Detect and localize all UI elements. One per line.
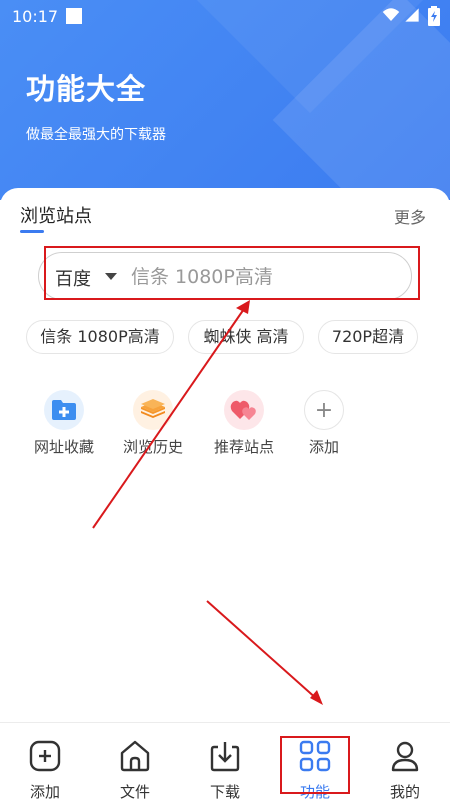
shortcut-bookmarks[interactable]: 网址收藏 — [24, 388, 104, 457]
download-icon — [210, 742, 240, 772]
page-subtitle: 做最全最强大的下载器 — [26, 127, 166, 143]
page-title: 功能大全 — [26, 72, 147, 106]
nav-label: 文件 — [119, 783, 150, 800]
battery-icon — [428, 6, 440, 26]
nav-label: 添加 — [29, 783, 60, 800]
hearts-icon — [224, 390, 264, 430]
annotation-box — [44, 246, 420, 300]
annotation-box — [280, 736, 350, 794]
shortcut-add[interactable]: + 添加 — [284, 388, 364, 457]
add-square-icon — [29, 740, 61, 772]
shortcut-grid: 网址收藏 浏览历史 推荐站点 + 添加 — [0, 388, 450, 468]
hot-search-chip[interactable]: 720P超清 — [318, 320, 418, 354]
signal-icon — [405, 8, 419, 22]
nav-item-add[interactable]: 添加 — [10, 739, 80, 800]
section-title-underline — [20, 230, 44, 233]
status-bar: 10:17 — [0, 0, 450, 32]
user-icon — [391, 741, 419, 772]
bottom-nav: 添加 文件 下载 功能 我的 — [0, 722, 450, 800]
nav-item-files[interactable]: 文件 — [100, 739, 170, 800]
section-title-label: 浏览站点 — [20, 206, 92, 227]
hot-search-chip[interactable]: 信条 1080P高清 — [26, 320, 174, 354]
status-time: 10:17 — [12, 7, 59, 26]
folder-add-icon — [44, 390, 84, 430]
notification-icon — [66, 8, 82, 24]
more-link[interactable]: 更多 — [394, 204, 426, 228]
browse-card: 浏览站点 更多 百度 信条 1080P高清 蜘蛛侠 高清 720P超清 网址收藏 — [0, 188, 450, 728]
shortcut-label: 浏览历史 — [122, 438, 183, 456]
nav-item-profile[interactable]: 我的 — [370, 739, 440, 800]
section-title: 浏览站点 — [20, 202, 92, 233]
nav-label: 下载 — [209, 783, 240, 800]
home-icon — [120, 740, 150, 772]
nav-item-download[interactable]: 下载 — [190, 739, 260, 800]
plus-icon: + — [304, 390, 344, 430]
layers-icon — [133, 390, 173, 430]
hot-search-chip[interactable]: 蜘蛛侠 高清 — [188, 320, 304, 354]
nav-label: 我的 — [389, 783, 420, 800]
shortcut-recommended[interactable]: 推荐站点 — [204, 388, 284, 457]
wifi-icon — [382, 8, 400, 21]
shortcut-history[interactable]: 浏览历史 — [113, 388, 193, 457]
shortcut-label: 网址收藏 — [33, 438, 94, 456]
hot-search-chips: 信条 1080P高清 蜘蛛侠 高清 720P超清 — [0, 320, 450, 356]
header: 10:17 功能大全 做最全最强大的下载器 — [0, 0, 450, 200]
shortcut-label: 添加 — [308, 438, 339, 456]
shortcut-label: 推荐站点 — [213, 438, 274, 456]
